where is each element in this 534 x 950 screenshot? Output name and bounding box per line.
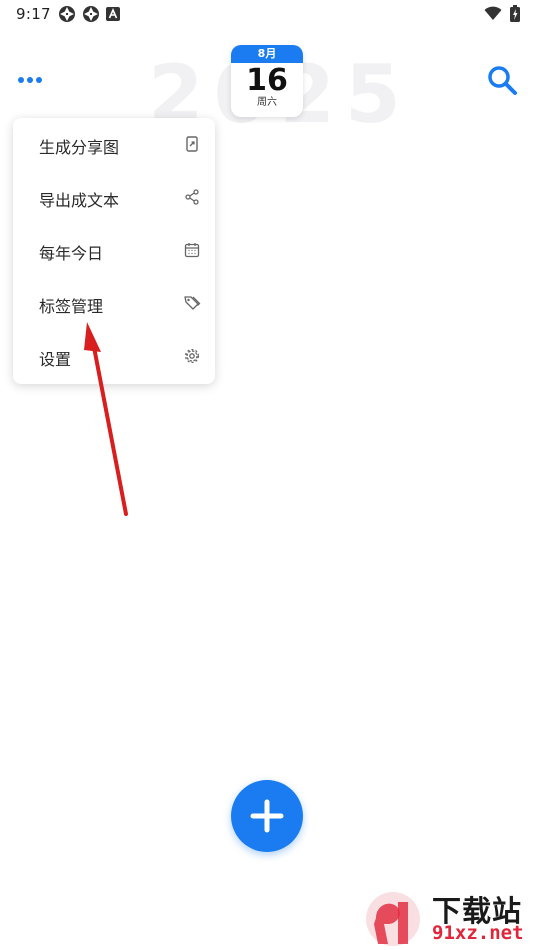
menu-item-label: 设置 [39,350,72,369]
date-card[interactable]: 8月 16 周六 [231,45,303,117]
menu-item-this-day[interactable]: 每年今日 [13,224,215,277]
share-icon [185,189,199,205]
status-time: 9:17 [16,5,51,23]
date-weekday: 周六 [257,97,277,108]
aperture-icon [83,6,99,22]
menu-item-settings[interactable]: 设置 [13,330,215,383]
plus-icon [250,799,284,833]
menu-item-export-text[interactable]: 导出成文本 [13,171,215,224]
wifi-icon [484,6,502,20]
menu-item-label: 导出成文本 [39,191,120,210]
battery-charging-icon [510,5,520,22]
add-entry-button[interactable] [231,780,303,852]
date-month: 8月 [231,45,303,63]
more-dropdown-menu: 生成分享图 导出成文本 每年今日 标签管理 设置 [13,118,215,384]
gear-icon [184,348,200,364]
menu-item-share-image[interactable]: 生成分享图 [13,118,215,171]
calendar-icon [184,243,200,258]
menu-item-tag-management[interactable]: 标签管理 [13,277,215,330]
menu-item-label: 每年今日 [39,244,104,263]
site-logo-icon [366,892,420,946]
aperture-icon [59,6,75,22]
app-a-icon [106,7,120,21]
watermark-url: 91xz.net [432,922,524,944]
tags-icon [184,296,201,310]
search-icon [488,66,517,95]
more-menu-button[interactable] [16,68,48,92]
more-dots-icon [18,77,42,83]
search-button[interactable] [484,62,520,98]
status-icons-right [484,5,520,22]
share-image-icon [186,136,198,152]
menu-item-label: 生成分享图 [39,138,120,157]
site-watermark: 下载站 91xz.net [358,888,534,950]
status-bar: 9:17 [0,0,534,30]
menu-item-label: 标签管理 [39,297,104,316]
status-icons-left [58,5,120,23]
date-day: 16 [246,63,288,98]
